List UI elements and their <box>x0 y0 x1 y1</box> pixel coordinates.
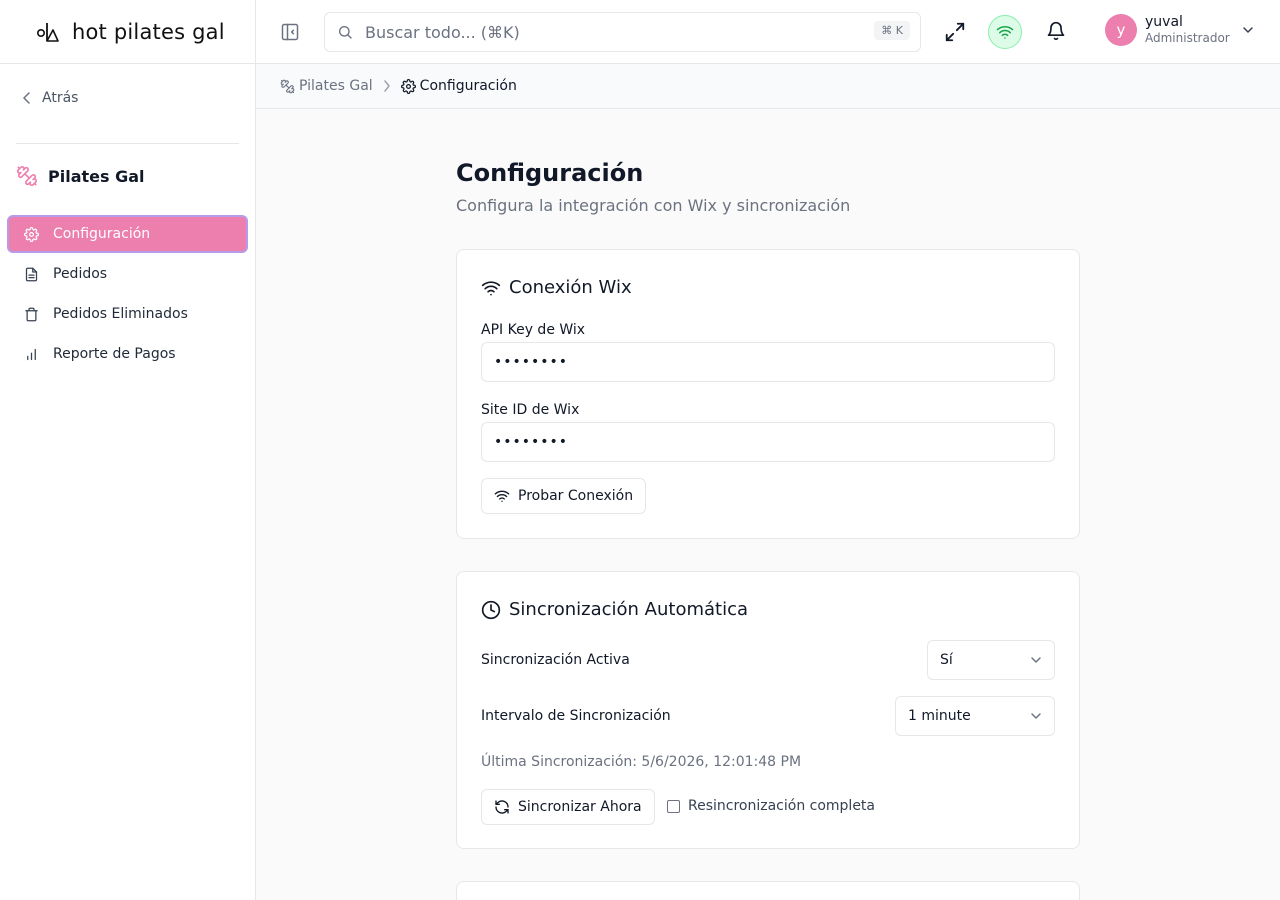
sync-interval-label: Intervalo de Sincronización <box>481 708 671 724</box>
trash-icon <box>25 307 38 321</box>
chevron-left-icon <box>23 92 30 104</box>
next-settings-card <box>456 881 1080 900</box>
sidebar-item-configuracion[interactable]: Configuración <box>7 215 248 253</box>
user-menu[interactable]: y yuval Administrador <box>1105 14 1254 46</box>
card-title-text: Conexión Wix <box>509 277 632 298</box>
site-id-label: Site ID de Wix <box>481 402 580 418</box>
main-content: Configuración Configura la integración c… <box>256 109 1280 900</box>
bar-chart-icon <box>27 348 36 360</box>
full-resync-checkbox[interactable]: Resincronización completa <box>667 798 875 814</box>
fullscreen-button[interactable] <box>944 21 966 47</box>
card-title-text: Sincronización Automática <box>509 599 749 620</box>
button-label: Sincronizar Ahora <box>518 799 642 815</box>
button-label: Probar Conexión <box>518 488 634 504</box>
notifications-button[interactable] <box>1046 21 1066 45</box>
logo[interactable]: hot pilates gal <box>0 0 255 64</box>
topbar: ⌘ K y yuval Administrador <box>256 0 1280 64</box>
search-shortcut-badge: ⌘ K <box>874 21 910 40</box>
logo-mark-icon <box>36 21 64 43</box>
card-title: Sincronización Automática <box>481 599 748 620</box>
sidebar-item-pedidos[interactable]: Pedidos <box>7 255 248 293</box>
sync-now-button[interactable]: Sincronizar Ahora <box>481 789 655 825</box>
wifi-icon <box>996 26 1014 39</box>
document-icon <box>25 267 38 281</box>
card-title: Conexión Wix <box>481 277 632 298</box>
breadcrumb-item-configuracion: Configuración <box>400 78 517 94</box>
user-name: yuval <box>1145 14 1183 30</box>
sidebar-item-label: Pedidos <box>53 266 108 282</box>
connection-status-button[interactable] <box>988 15 1022 49</box>
workspace-header: Pilates Gal <box>16 165 145 187</box>
avatar: y <box>1105 14 1137 46</box>
search-bar[interactable]: ⌘ K <box>324 12 921 52</box>
select-value: 1 minute <box>908 708 971 724</box>
clock-icon <box>481 600 501 619</box>
wix-connection-card: Conexión Wix API Key de Wix Site ID de W… <box>456 249 1080 539</box>
sidebar-item-label: Configuración <box>53 226 151 242</box>
back-link[interactable]: Atrás <box>22 90 78 106</box>
dumbbell-icon <box>17 166 37 187</box>
collapse-sidebar-button[interactable] <box>280 22 300 46</box>
wifi-icon <box>494 490 510 502</box>
logo-text: hot pilates gal <box>72 19 225 44</box>
test-connection-button[interactable]: Probar Conexión <box>481 478 647 514</box>
chevron-down-icon <box>1242 27 1253 33</box>
auto-sync-card: Sincronización Automática Sincronización… <box>456 571 1080 849</box>
breadcrumb-label: Pilates Gal <box>299 78 373 94</box>
page-title: Configuración <box>456 159 644 187</box>
sidebar-item-pedidos-eliminados[interactable]: Pedidos Eliminados <box>7 295 248 333</box>
sync-interval-select[interactable]: 1 minute <box>895 696 1055 736</box>
bell-icon <box>1047 21 1065 41</box>
sidebar-item-reporte-de-pagos[interactable]: Reporte de Pagos <box>7 335 248 373</box>
user-role: Administrador <box>1145 31 1230 45</box>
api-key-label: API Key de Wix <box>481 322 586 338</box>
breadcrumb-label: Configuración <box>419 78 517 94</box>
breadcrumb-item-pilates-gal[interactable]: Pilates Gal <box>280 78 373 94</box>
search-icon <box>339 26 352 39</box>
sync-active-label: Sincronización Activa <box>481 652 630 668</box>
sidebar-item-label: Reporte de Pagos <box>53 346 176 362</box>
expand-icon <box>945 22 965 42</box>
sidebar-item-label: Pedidos Eliminados <box>53 306 188 322</box>
chevron-down-icon <box>1031 713 1041 719</box>
gear-icon <box>400 78 416 94</box>
select-value: Sí <box>940 652 953 668</box>
checkbox-label: Resincronización completa <box>688 798 876 814</box>
wifi-icon <box>481 280 501 295</box>
search-input[interactable] <box>365 22 845 42</box>
sync-active-select[interactable]: Sí <box>927 640 1055 680</box>
gear-icon <box>24 226 39 242</box>
chevron-right-icon <box>383 80 391 92</box>
last-sync-text: Última Sincronización: 5/6/2026, 12:01:4… <box>481 754 802 770</box>
refresh-icon <box>495 800 509 814</box>
workspace-name: Pilates Gal <box>48 166 145 186</box>
dumbbell-icon <box>280 79 295 93</box>
user-info: yuval Administrador <box>1145 14 1230 46</box>
site-id-field[interactable] <box>481 422 1055 462</box>
back-label: Atrás <box>42 90 79 106</box>
page-subtitle: Configura la integración con Wix y sincr… <box>456 196 851 215</box>
api-key-field[interactable] <box>481 342 1055 382</box>
sidebar: hot pilates gal Atrás Pilates Gal Config… <box>0 0 256 900</box>
sidebar-divider <box>16 143 239 144</box>
chevron-down-icon <box>1031 657 1041 663</box>
breadcrumb: Pilates Gal Configuración <box>256 64 1280 109</box>
sidebar-nav: Configuración Pedidos Pedidos Eliminados… <box>7 215 248 375</box>
checkbox-box[interactable] <box>667 799 680 813</box>
panel-left-icon <box>281 23 299 41</box>
